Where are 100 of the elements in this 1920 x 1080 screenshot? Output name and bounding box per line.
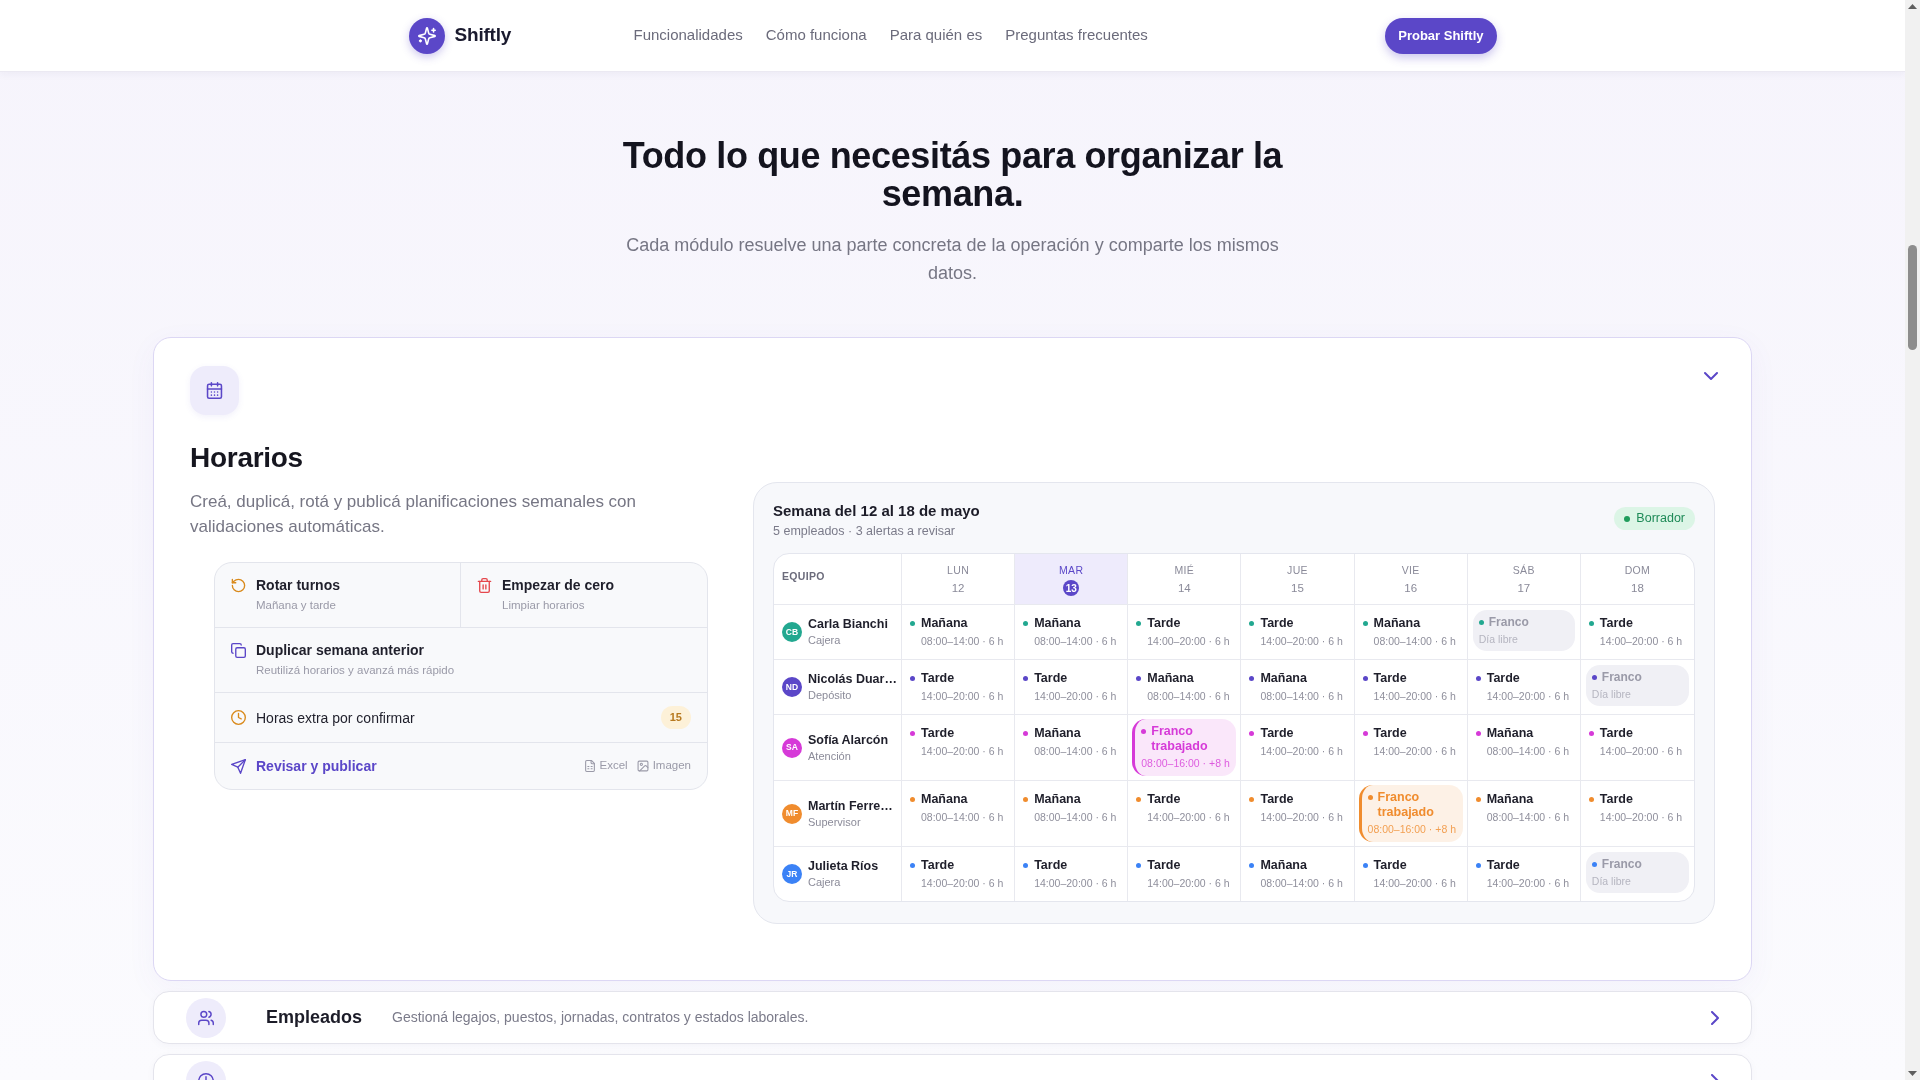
shift-name: Mañana [1486,725,1534,741]
shift-name: Franco [1601,856,1642,872]
image-icon [636,760,649,772]
shift-time: 08:00–14:00 · 6 h [1034,634,1118,649]
avatar: JR [782,864,802,884]
action-button[interactable]: Duplicar semana anterior Reutilizá horarios y avanzá más rápido [215,628,707,692]
status-text: Borrador [1636,510,1685,528]
avatar: MF [782,803,802,824]
scrollbar-thumb[interactable] [1908,245,1917,350]
shift-time: 08:00–14:00 · 6 h [1373,634,1457,649]
shift-name: Tarde [1034,670,1068,686]
shift-name: Tarde [1260,791,1294,807]
count-badge: 15 [660,706,691,729]
shift-name: Mañana [1034,791,1081,807]
schedule-subtitle: 5 empleados · 3 alertas a revisar [773,523,957,540]
shift-name: Tarde [1260,725,1294,741]
nav-link[interactable]: Para quién es [889,24,983,47]
shift-time: 14:00–20:00 · 6 h [921,689,1005,704]
shift-name: Mañana [1034,725,1081,741]
schedule-title: Semana del 12 al 18 de mayo [773,501,980,521]
shift-time: 08:00–14:00 · 6 h [921,634,1005,649]
shift-name: Tarde [1373,725,1407,741]
shift-time: 14:00–20:00 · 6 h [1147,810,1231,825]
employee-role: Cajera [808,875,842,890]
shift-name: Tarde [921,725,955,741]
shift-time: 14:00–20:00 · 6 h [921,744,1005,759]
day-header: MIÉ 14 [1128,554,1242,605]
shift-time: 14:00–20:00 · 6 h [1260,634,1344,649]
employee-name: Julieta Ríos [808,858,879,874]
shift-name: Mañana [1147,670,1194,686]
employee-role: Supervisor [808,814,862,830]
chevron-right-icon[interactable] [1711,1010,1719,1025]
shift-name: Franco [1601,669,1642,685]
shift-time: 08:00–16:00 · +8 h [1367,822,1457,837]
day-header: VIE 16 [1354,554,1468,605]
shift-name: Franco trabajado [1377,790,1435,820]
shift-name: Franco trabajado [1151,724,1209,754]
rotate-arrow-icon [231,578,246,593]
shift-name: Mañana [1260,857,1307,873]
shift-name: Franco [1488,614,1529,630]
chevron-down-icon[interactable] [1704,369,1718,383]
action-button[interactable]: Empezar de cero Limpiar horarios [461,563,707,627]
scroll-down-arrow-icon[interactable] [1908,1071,1917,1076]
shift-time: 08:00–14:00 · 6 h [1486,744,1571,759]
shift-time: 14:00–20:00 · 6 h [1147,876,1231,891]
shift-name: Mañana [1486,791,1534,807]
nav-link[interactable]: Funcionalidades [633,24,743,47]
shift-name: Tarde [1599,791,1633,807]
shift-name: Mañana [1034,615,1081,631]
shift-time: 08:00–14:00 · 6 h [1034,810,1118,825]
nav-link[interactable]: Preguntas frecuentes [1005,24,1148,47]
page-heading: Todo lo que necesitás para organizar la semana. [621,137,1284,213]
shift-time: 14:00–20:00 · 6 h [1599,634,1684,649]
shift-time: 14:00–20:00 · 6 h [1599,810,1684,825]
shift-time: 08:00–14:00 · 6 h [1034,744,1118,759]
shift-name: Tarde [1260,615,1294,631]
shift-time: 14:00–20:00 · 6 h [1034,876,1118,891]
employee-name: Martín Ferre… [808,797,893,814]
shift-name: Tarde [1373,857,1407,873]
action-button[interactable]: Rotar turnos Mañana y tarde [215,563,461,627]
shift-name: Tarde [1147,791,1181,807]
publish-button[interactable]: Revisar y publicar [231,756,377,776]
sparkles-icon [408,17,445,54]
nav-link[interactable]: Cómo funciona [765,24,867,47]
shift-name: Tarde [921,857,955,873]
shift-time: 14:00–20:00 · 6 h [1486,876,1571,891]
trash-icon [477,578,492,593]
shift-name: Tarde [1599,615,1633,631]
employee-role: Depósito [808,688,853,703]
action-button[interactable]: Horas extra por confirmar 15 [215,693,707,742]
shift-name: Tarde [1034,857,1068,873]
shift-time: 08:00–14:00 · 6 h [1260,689,1344,704]
shift-time: 08:00–16:00 · +8 h [1141,756,1231,771]
scrollbar[interactable] [1905,0,1920,1080]
day-header: JUE 15 [1241,554,1355,605]
shift-time: 14:00–20:00 · 6 h [1599,744,1684,759]
shift-time: 08:00–14:00 · 6 h [1260,876,1344,891]
shift-time: 14:00–20:00 · 6 h [1260,810,1344,825]
module-description: Creá, duplicá, rotá y publicá planificaciones semanales con validaciones automáticas. [190,491,638,538]
users-icon [186,997,226,1038]
shift-time: 14:00–20:00 · 6 h [1486,689,1571,704]
shift-time: 14:00–20:00 · 6 h [1034,689,1118,704]
shift-time: 14:00–20:00 · 6 h [1147,634,1231,649]
employee-name: Carla Bianchi [808,616,888,632]
shift-time: 14:00–20:00 · 6 h [1373,689,1457,704]
avatar: CB [782,622,802,642]
logo-link[interactable]: Shiftly [408,17,512,54]
day-header: SÁB 17 [1467,554,1581,605]
cta-button[interactable]: Probar Shiftly [1385,17,1497,54]
accordion-card[interactable]: Empleados Gestioná legajos, puestos, jornadas, contratos y estados laborales. [153,991,1752,1044]
shift-name: Tarde [1486,857,1520,873]
shift-time: 14:00–20:00 · 6 h [1260,744,1344,759]
page-subheading: Cada módulo resuelve una parte concreta de la operación y comparte los mismos datos. [625,234,1280,285]
scroll-up-arrow-icon[interactable] [1908,4,1917,9]
send-icon [231,758,246,774]
shift-name: Tarde [921,670,955,686]
shift-time: 14:00–20:00 · 6 h [1373,744,1457,759]
clock-icon [231,710,246,725]
employee-role: Cajera [808,633,842,648]
shift-time: 08:00–14:00 · 6 h [1486,810,1571,825]
